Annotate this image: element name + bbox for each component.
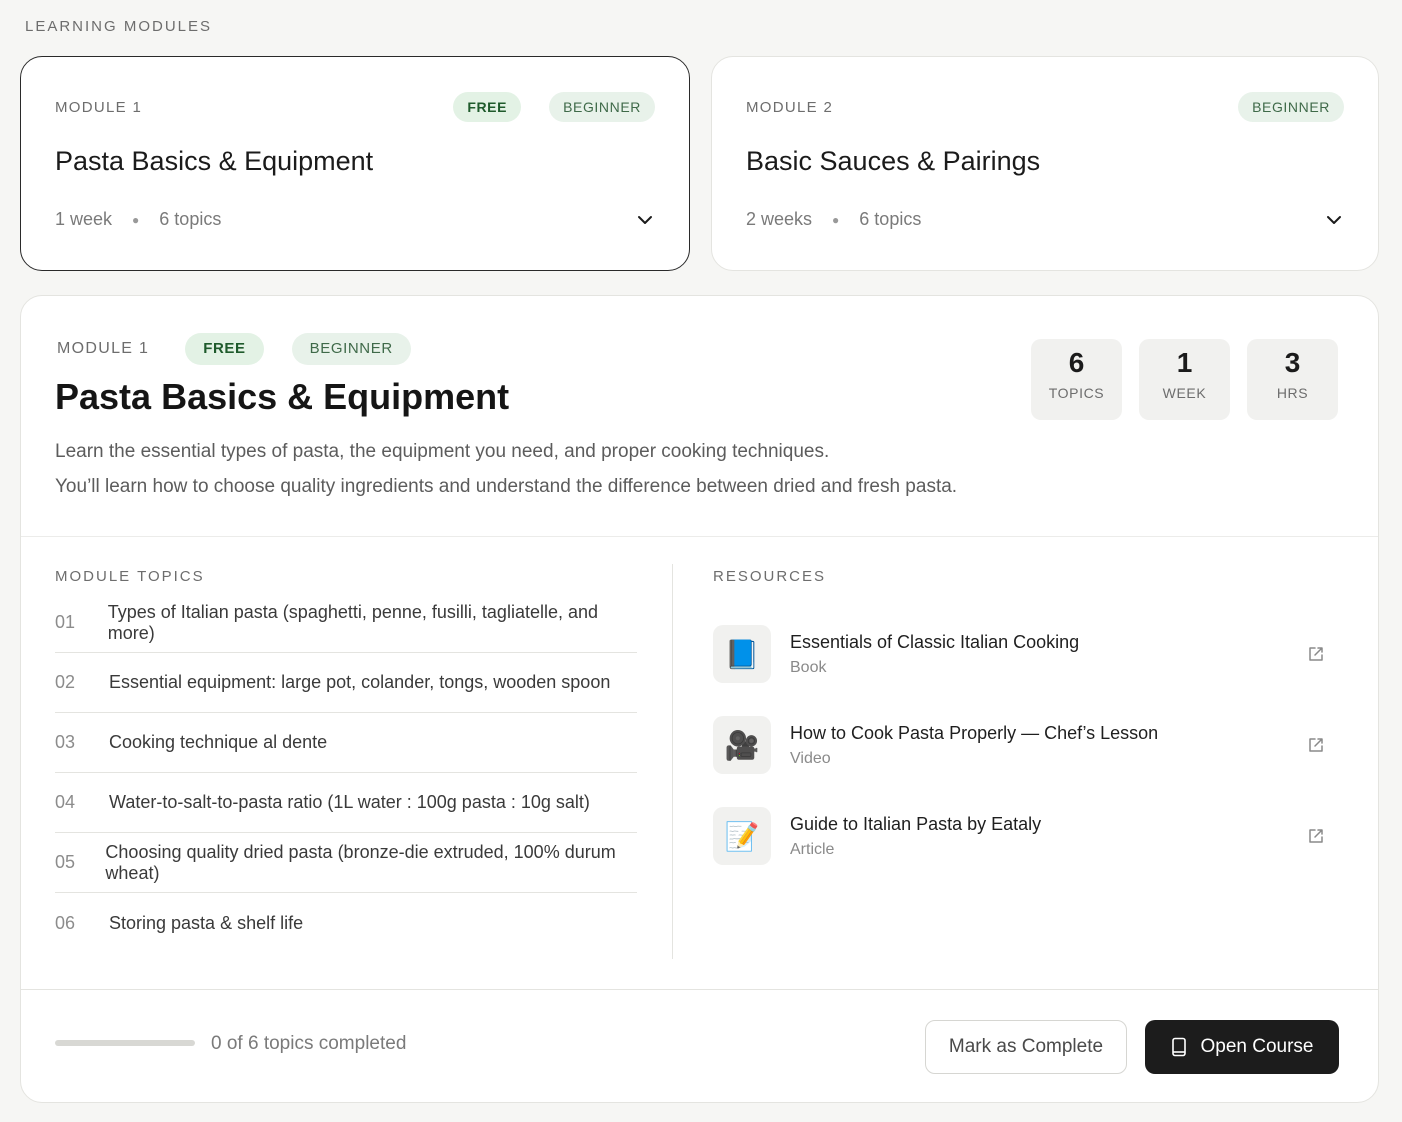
progress-bar	[55, 1040, 195, 1046]
module-card-1[interactable]: MODULE 1 FREE BEGINNER Pasta Basics & Eq…	[20, 56, 690, 271]
topic-row: 01 Types of Italian pasta (spaghetti, pe…	[55, 593, 637, 653]
resource-item[interactable]: 📘 Essentials of Classic Italian Cooking …	[713, 611, 1343, 697]
resources: RESOURCES 📘 Essentials of Classic Italia…	[713, 568, 1343, 884]
module-label: MODULE 2	[746, 98, 834, 116]
resource-item[interactable]: 📝 Guide to Italian Pasta by Eataly Artic…	[713, 793, 1343, 879]
topic-number: 05	[55, 852, 76, 872]
free-badge: FREE	[453, 92, 522, 122]
resource-type: Book	[790, 658, 827, 676]
stat-value: 3	[1284, 347, 1301, 378]
topic-number: 04	[55, 792, 76, 812]
module-detail-panel: MODULE 1 FREE BEGINNER Pasta Basics & Eq…	[20, 295, 1379, 1103]
separator-dot: ●	[132, 212, 140, 227]
topic-row: 04 Water-to-salt-to-pasta ratio (1L wate…	[55, 773, 637, 833]
module-title: Pasta Basics & Equipment	[55, 146, 374, 176]
detail-description: Learn the essential types of pasta, the …	[55, 434, 957, 504]
video-camera-icon: 🎥	[713, 716, 771, 774]
topic-row: 05 Choosing quality dried pasta (bronze-…	[55, 833, 637, 893]
stat-weeks: 1 WEEK	[1139, 339, 1230, 420]
book-outline-icon	[1172, 1037, 1187, 1057]
resource-type: Video	[790, 749, 831, 767]
detail-title: Pasta Basics & Equipment	[55, 376, 510, 417]
external-link-icon[interactable]	[1307, 645, 1325, 663]
chevron-down-icon[interactable]	[635, 210, 655, 230]
resource-name: Guide to Italian Pasta by Eataly	[790, 813, 1042, 834]
resource-type: Article	[790, 840, 835, 858]
progress-text: 0 of 6 topics completed	[211, 1033, 407, 1054]
separator-dot: ●	[832, 212, 840, 227]
topic-text: Essential equipment: large pot, colander…	[109, 672, 611, 692]
topic-row: 06 Storing pasta & shelf life	[55, 893, 637, 953]
stat-value: 1	[1176, 347, 1193, 378]
resource-list: 📘 Essentials of Classic Italian Cooking …	[713, 611, 1343, 879]
resource-name: How to Cook Pasta Properly — Chef’s Less…	[790, 722, 1159, 743]
column-divider	[672, 564, 673, 959]
topic-row: 02 Essential equipment: large pot, colan…	[55, 653, 637, 713]
module-duration: 2 weeks	[746, 209, 813, 229]
resources-heading: RESOURCES	[713, 568, 827, 585]
module-topics: MODULE TOPICS 01 Types of Italian pasta …	[55, 568, 637, 953]
module-duration: 1 week	[55, 209, 113, 229]
stat-label: HRS	[1276, 385, 1309, 401]
stat-value: 6	[1068, 347, 1085, 378]
description-line: Learn the essential types of pasta, the …	[55, 441, 830, 462]
topic-text: Types of Italian pasta (spaghetti, penne…	[107, 601, 599, 643]
description-line: You’ll learn how to choose quality ingre…	[55, 476, 958, 497]
module-title: Basic Sauces & Pairings	[746, 146, 1041, 176]
stat-hours: 3 HRS	[1247, 339, 1338, 420]
free-badge: FREE	[185, 333, 264, 365]
module-topic-count: 6 topics	[859, 209, 922, 229]
memo-icon: 📝	[713, 807, 771, 865]
open-course-label: Open Course	[1200, 1036, 1314, 1057]
mark-complete-button[interactable]: Mark as Complete	[925, 1020, 1127, 1074]
section-title: LEARNING MODULES	[25, 18, 213, 35]
divider	[21, 536, 1378, 537]
stat-label: WEEK	[1162, 385, 1207, 401]
topic-text: Storing pasta & shelf life	[109, 912, 304, 933]
topic-row: 03 Cooking technique al dente	[55, 713, 637, 773]
level-badge: BEGINNER	[291, 333, 411, 365]
module-topic-count: 6 topics	[159, 209, 222, 229]
level-badge: BEGINNER	[549, 92, 655, 122]
topic-list: 01 Types of Italian pasta (spaghetti, pe…	[55, 593, 637, 953]
topic-number: 02	[55, 672, 76, 692]
resource-name: Essentials of Classic Italian Cooking	[790, 631, 1080, 652]
detail-module-label: MODULE 1	[57, 340, 150, 357]
module-card-2[interactable]: MODULE 2 BEGINNER Basic Sauces & Pairing…	[711, 56, 1379, 271]
open-course-button[interactable]: Open Course	[1145, 1020, 1339, 1074]
resource-item[interactable]: 🎥 How to Cook Pasta Properly — Chef’s Le…	[713, 702, 1343, 788]
topic-number: 01	[55, 612, 76, 632]
external-link-icon[interactable]	[1307, 827, 1325, 845]
topic-text: Choosing quality dried pasta (bronze-die…	[105, 841, 616, 883]
topics-heading: MODULE TOPICS	[55, 568, 205, 585]
divider	[21, 989, 1378, 990]
module-label: MODULE 1	[55, 98, 143, 116]
book-icon: 📘	[713, 625, 771, 683]
external-link-icon[interactable]	[1307, 736, 1325, 754]
topic-text: Water-to-salt-to-pasta ratio (1L water :…	[109, 792, 590, 812]
stat-label: TOPICS	[1048, 385, 1105, 401]
topic-number: 03	[55, 732, 76, 752]
topic-number: 06	[55, 912, 76, 933]
topic-text: Cooking technique al dente	[109, 732, 328, 752]
level-badge: BEGINNER	[1238, 92, 1344, 122]
stat-topics: 6 TOPICS	[1031, 339, 1122, 420]
chevron-down-icon[interactable]	[1324, 210, 1344, 230]
stats-group: 6 TOPICS 1 WEEK 3 HRS	[1031, 339, 1338, 420]
